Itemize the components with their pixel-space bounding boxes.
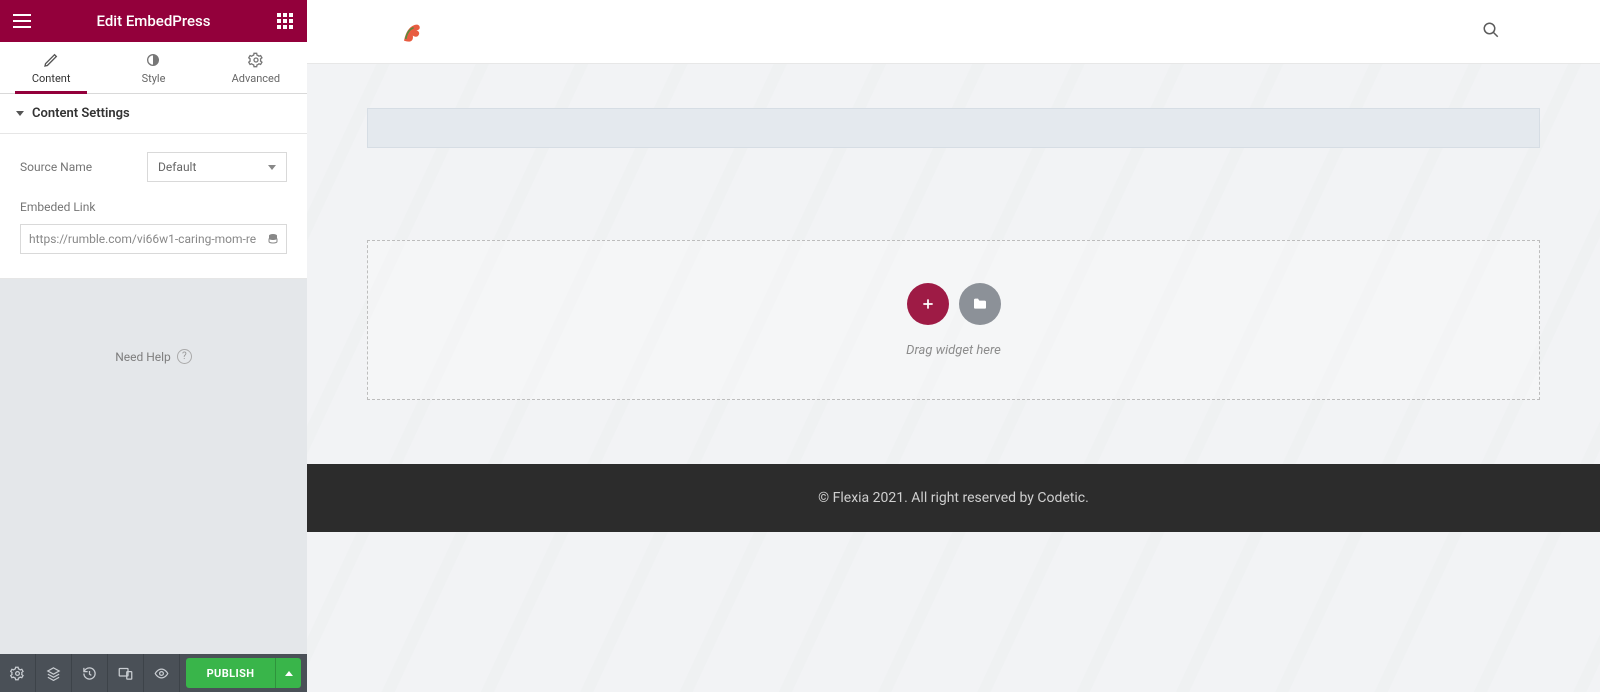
section-content-settings[interactable]: Content Settings — [0, 94, 307, 134]
controls-area: Source Name Default Embeded Link — [0, 134, 307, 279]
pencil-icon — [43, 52, 59, 68]
tab-style[interactable]: Style — [102, 42, 204, 93]
add-template-button[interactable] — [959, 283, 1001, 325]
footer-text: © Flexia 2021. All right reserved by Cod… — [818, 490, 1089, 506]
help-icon: ? — [177, 349, 192, 364]
preview-canvas: Drag widget here © Flexia 2021. All righ… — [307, 0, 1600, 692]
tab-label: Advanced — [232, 72, 280, 85]
site-header — [307, 0, 1600, 64]
settings-button[interactable] — [0, 654, 36, 692]
source-name-select[interactable]: Default — [147, 152, 287, 182]
tab-label: Style — [142, 72, 166, 85]
grid-icon — [277, 13, 293, 29]
gear-icon — [248, 52, 264, 68]
tab-label: Content — [32, 72, 71, 85]
source-name-row: Source Name Default — [20, 152, 287, 182]
embed-link-input-wrap — [20, 224, 287, 254]
page-title-bar[interactable] — [367, 108, 1540, 148]
search-icon — [1482, 21, 1500, 39]
devices-icon — [118, 666, 133, 681]
embed-link-label-row: Embeded Link — [20, 200, 287, 214]
tab-content[interactable]: Content — [0, 42, 102, 93]
source-name-value: Default — [158, 160, 196, 174]
need-help[interactable]: Need Help ? — [0, 349, 307, 364]
gear-icon — [10, 666, 25, 681]
eye-icon — [154, 666, 169, 681]
panel-bottom-bar: PUBLISH — [0, 654, 307, 692]
drop-hint: Drag widget here — [906, 343, 1001, 358]
history-icon — [82, 666, 97, 681]
site-logo[interactable] — [397, 18, 425, 46]
source-name-label: Source Name — [20, 160, 147, 174]
chevron-down-icon — [268, 165, 276, 170]
folder-icon — [972, 296, 988, 312]
embed-link-label: Embeded Link — [20, 200, 95, 214]
add-section-button[interactable] — [907, 283, 949, 325]
publish-button[interactable]: PUBLISH — [186, 658, 275, 688]
preview-button[interactable] — [144, 654, 180, 692]
plus-icon — [920, 296, 936, 312]
hamburger-icon — [13, 14, 31, 28]
publish-button-group: PUBLISH — [186, 658, 301, 688]
logo-icon — [397, 18, 425, 46]
publish-options-button[interactable] — [275, 658, 301, 688]
caret-down-icon — [16, 111, 24, 116]
database-icon — [267, 233, 279, 245]
empty-section[interactable]: Drag widget here — [367, 240, 1540, 400]
panel-title: Edit EmbedPress — [34, 12, 273, 30]
panel-tabs: Content Style Advanced — [0, 42, 307, 94]
caret-up-icon — [285, 671, 293, 676]
widgets-grid-button[interactable] — [273, 9, 297, 33]
section-title: Content Settings — [32, 106, 130, 121]
section-action-buttons — [907, 283, 1001, 325]
navigator-button[interactable] — [36, 654, 72, 692]
contrast-icon — [145, 52, 161, 68]
embed-link-input[interactable] — [20, 224, 287, 254]
history-button[interactable] — [72, 654, 108, 692]
responsive-button[interactable] — [108, 654, 144, 692]
need-help-label: Need Help — [115, 350, 171, 364]
editor-panel: Edit EmbedPress Content Style Advanced C… — [0, 0, 307, 692]
tab-advanced[interactable]: Advanced — [205, 42, 307, 93]
layers-icon — [46, 666, 61, 681]
site-search-button[interactable] — [1482, 21, 1500, 43]
site-footer: © Flexia 2021. All right reserved by Cod… — [307, 464, 1600, 532]
panel-header: Edit EmbedPress — [0, 0, 307, 42]
menu-button[interactable] — [10, 9, 34, 33]
dynamic-tags-button[interactable] — [263, 229, 283, 249]
